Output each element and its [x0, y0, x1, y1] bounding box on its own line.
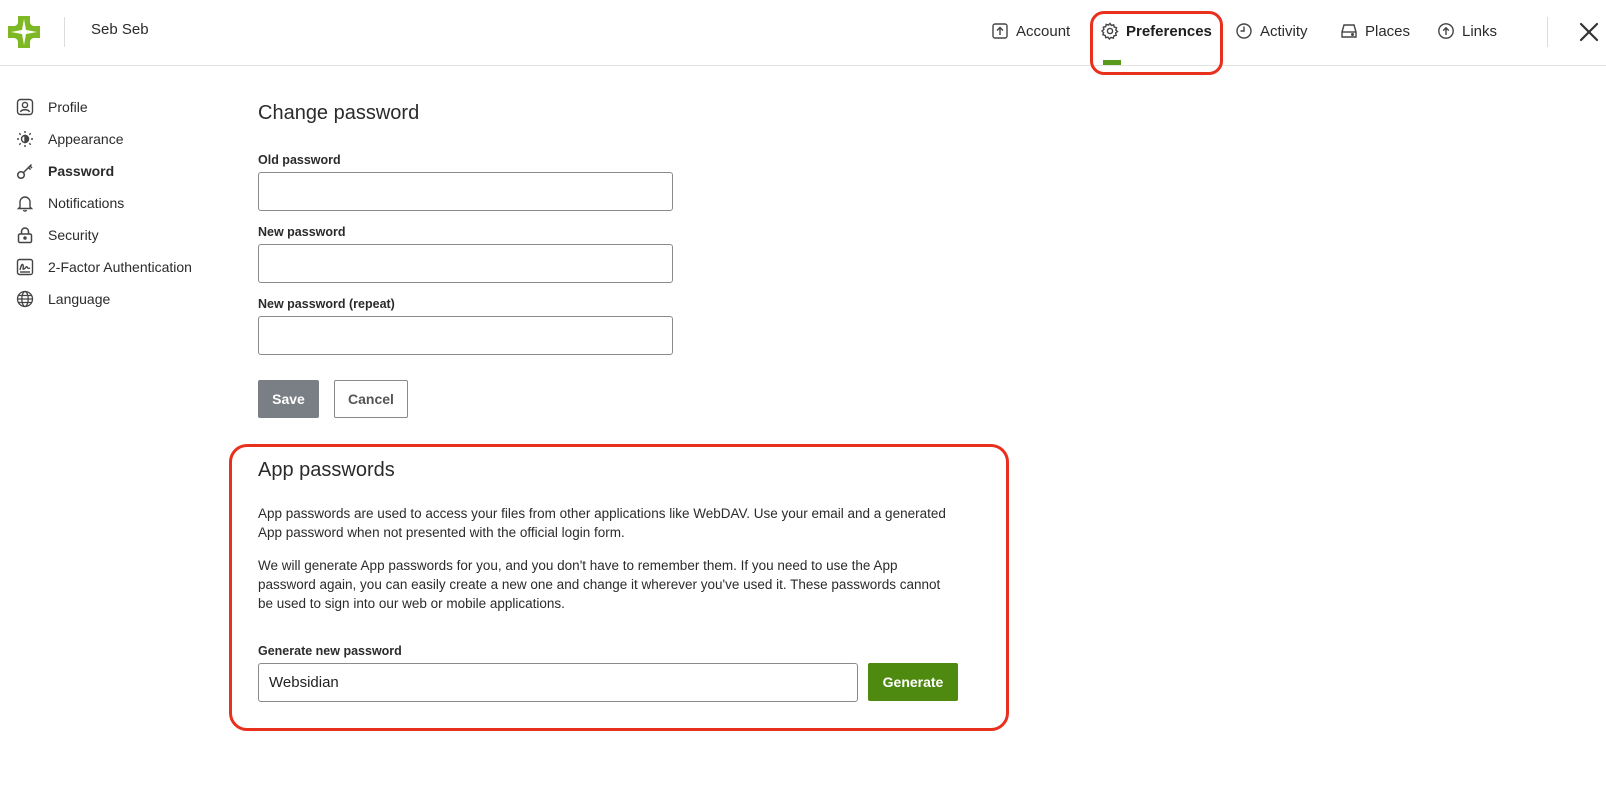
sidebar-item-label: Security — [48, 227, 99, 243]
app-password-name-input[interactable] — [258, 663, 858, 702]
nav-places[interactable]: Places — [1340, 19, 1410, 43]
nav-places-label: Places — [1365, 22, 1411, 40]
sidebar-item-profile[interactable]: Profile — [16, 96, 88, 118]
sidebar-item-label: 2-Factor Authentication — [48, 259, 192, 275]
app-passwords-title: App passwords — [258, 459, 395, 481]
nav-links[interactable]: Links — [1437, 19, 1497, 43]
sidebar-item-label: Language — [48, 291, 111, 307]
sidebar-item-security[interactable]: Security — [16, 224, 99, 246]
user-name[interactable]: Seb Seb — [91, 21, 149, 38]
header-divider-right — [1547, 17, 1548, 47]
sidebar-item-label: Profile — [48, 99, 88, 115]
app-passwords-description: App passwords are used to access your fi… — [258, 506, 946, 540]
generate-password-label: Generate new password — [258, 644, 402, 658]
clock-icon — [1236, 23, 1252, 39]
repeat-password-label: New password (repeat) — [258, 297, 395, 311]
repeat-password-input[interactable] — [258, 316, 673, 355]
sidebar-item-label: Appearance — [48, 131, 124, 147]
upload-box-icon — [992, 23, 1008, 39]
new-password-label: New password — [258, 225, 346, 239]
save-button[interactable]: Save — [258, 380, 319, 418]
sidebar-item-password[interactable]: Password — [16, 160, 114, 182]
cloud-upload-icon — [1438, 23, 1454, 39]
new-password-input[interactable] — [258, 244, 673, 283]
sidebar-item-language[interactable]: Language — [16, 288, 110, 310]
change-password-title: Change password — [258, 102, 420, 124]
nav-links-label: Links — [1462, 22, 1498, 40]
old-password-label: Old password — [258, 153, 341, 167]
app-passwords-info: We will generate App passwords for you, … — [258, 558, 941, 611]
sidebar-item-label: Password — [48, 163, 115, 179]
sidebar-item-appearance[interactable]: Appearance — [16, 128, 124, 150]
globe-icon — [16, 290, 34, 308]
sun-icon — [17, 131, 33, 147]
hard-drive-icon — [1341, 24, 1357, 38]
nav-activity-label: Activity — [1260, 22, 1308, 40]
bell-icon — [16, 196, 34, 212]
header-divider — [64, 17, 65, 47]
old-password-input[interactable] — [258, 172, 673, 211]
sidebar-item-notifications[interactable]: Notifications — [16, 192, 124, 214]
nav-preferences[interactable]: Preferences — [1101, 19, 1212, 43]
lock-icon — [17, 227, 33, 244]
key-icon — [16, 163, 33, 180]
nav-account-label: Account — [1016, 22, 1071, 40]
app-logo-icon[interactable] — [8, 16, 40, 48]
user-box-icon — [16, 98, 34, 116]
nav-activity[interactable]: Activity — [1235, 19, 1308, 43]
nav-account[interactable]: Account — [991, 19, 1070, 43]
active-nav-indicator — [1103, 60, 1121, 65]
gear-icon — [1101, 22, 1119, 40]
signature-icon — [16, 258, 34, 276]
close-icon[interactable] — [1577, 20, 1601, 44]
sidebar-item-2fa[interactable]: 2-Factor Authentication — [16, 256, 192, 278]
nav-preferences-label: Preferences — [1126, 22, 1212, 40]
sidebar-item-label: Notifications — [48, 195, 125, 211]
top-header: Seb Seb Account Preferences Activity Pla… — [0, 0, 1606, 75]
generate-button[interactable]: Generate — [868, 663, 958, 701]
cancel-button[interactable]: Cancel — [334, 380, 408, 418]
